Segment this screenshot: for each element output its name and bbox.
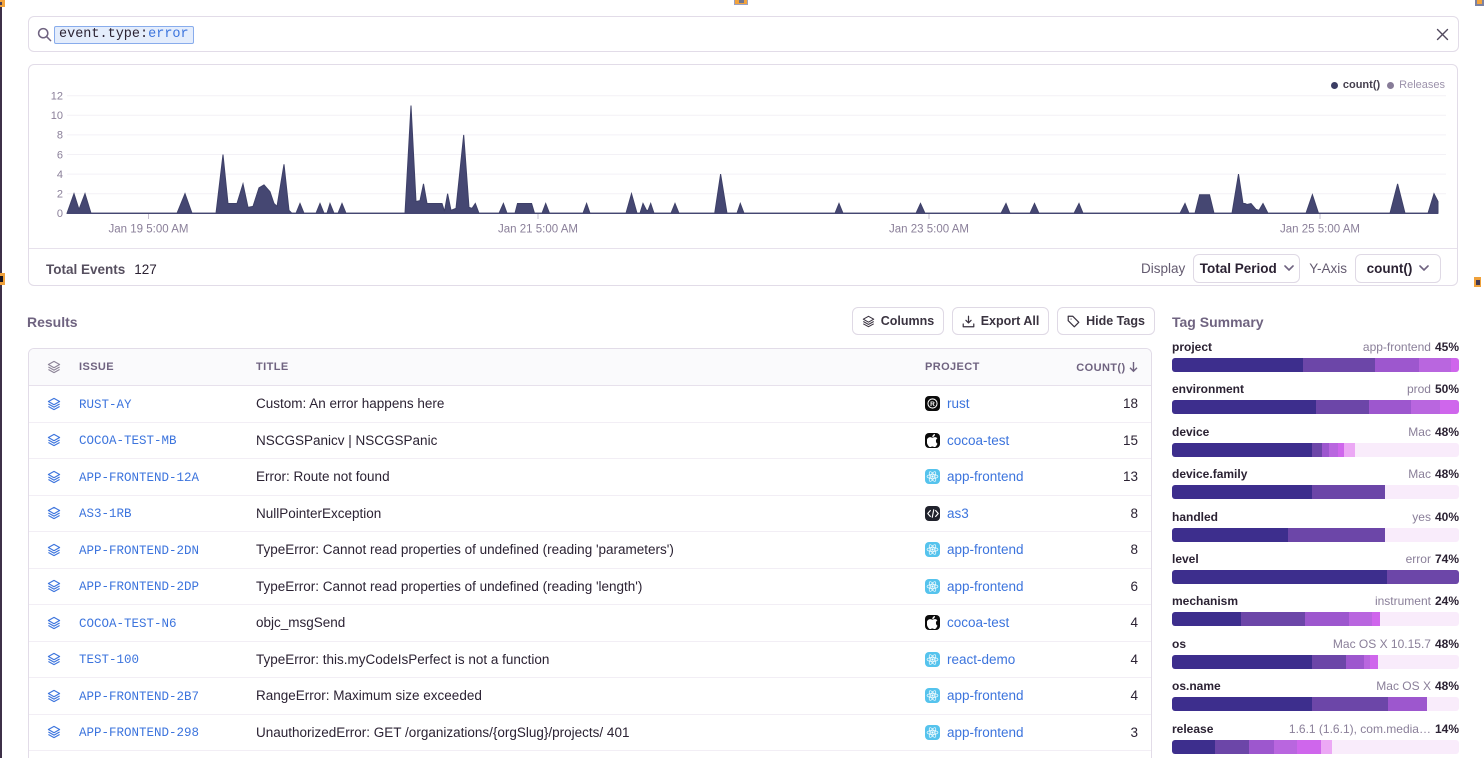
svg-text:10: 10 [51, 110, 63, 122]
svg-text:4: 4 [57, 169, 63, 181]
svg-text:Jan 21 5:00 AM: Jan 21 5:00 AM [498, 224, 578, 236]
svg-text:2: 2 [57, 189, 63, 201]
svg-text:Jan 25 5:00 AM: Jan 25 5:00 AM [1280, 224, 1360, 236]
svg-text:12: 12 [51, 91, 63, 103]
svg-text:6: 6 [57, 149, 63, 161]
svg-text:Jan 23 5:00 AM: Jan 23 5:00 AM [889, 224, 969, 236]
svg-text:Jan 19 5:00 AM: Jan 19 5:00 AM [109, 224, 189, 236]
svg-text:0: 0 [57, 208, 63, 220]
svg-text:R: R [930, 401, 935, 408]
svg-text:8: 8 [57, 130, 63, 142]
